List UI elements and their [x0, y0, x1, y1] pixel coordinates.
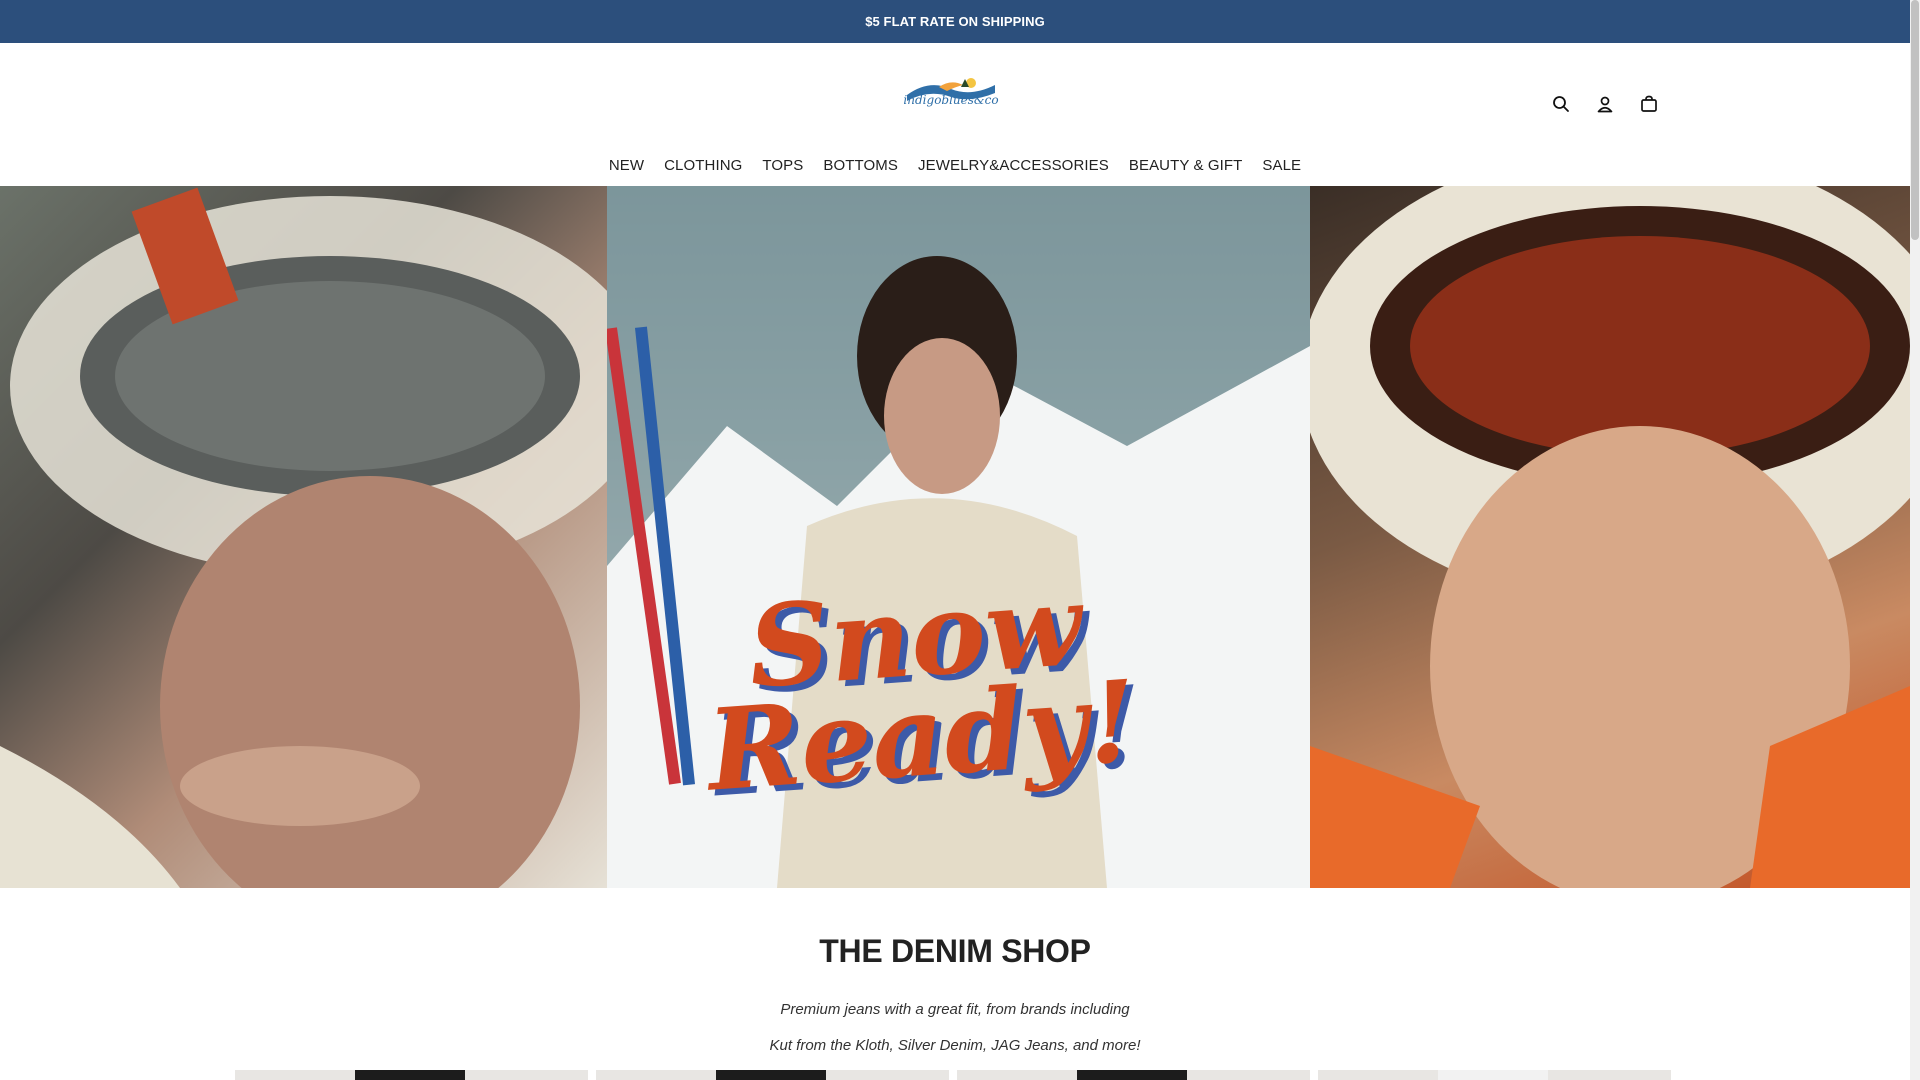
- product-thumbnail[interactable]: [957, 1070, 1310, 1080]
- brand-logo[interactable]: indigoblues&co: [899, 73, 1003, 119]
- header-icons: [1550, 93, 1660, 115]
- hero-image-left: [0, 186, 607, 888]
- logo-text: indigoblues&co: [903, 93, 999, 107]
- hero-banner[interactable]: Snow Ready! Snow Ready!: [0, 186, 1910, 888]
- hero-image-center: Snow Ready! Snow Ready!: [607, 186, 1310, 888]
- announcement-bar: $5 FLAT RATE ON SHIPPING: [0, 0, 1910, 43]
- denim-shop-title: THE DENIM SHOP: [819, 933, 1091, 969]
- scrollbar-thumb[interactable]: [1911, 0, 1919, 240]
- denim-shop-description-line-2: Kut from the Kloth, Silver Denim, JAG Je…: [769, 1037, 1141, 1054]
- nav-item-clothing[interactable]: CLOTHING: [664, 157, 742, 174]
- site-header: indigoblues&co NEW CLOTHING TOPS BOTTOMS: [0, 43, 1910, 186]
- main-nav: NEW CLOTHING TOPS BOTTOMS JEWELRY&ACCESS…: [0, 157, 1910, 174]
- hero-headline: Snow Ready! Snow Ready!: [607, 186, 1310, 888]
- denim-shop-description-line-1: Premium jeans with a great fit, from bra…: [780, 1001, 1130, 1018]
- nav-item-jewelry-accessories[interactable]: JEWELRY&ACCESSORIES: [918, 157, 1109, 174]
- product-thumbnail[interactable]: [596, 1070, 949, 1080]
- hero-image-right: [1310, 186, 1910, 888]
- search-icon[interactable]: [1550, 93, 1572, 115]
- nav-item-beauty-gift[interactable]: BEAUTY & GIFT: [1129, 157, 1243, 174]
- product-thumbnail[interactable]: [235, 1070, 588, 1080]
- product-thumbnails: [235, 1070, 1671, 1080]
- nav-item-bottoms[interactable]: BOTTOMS: [823, 157, 898, 174]
- nav-item-tops[interactable]: TOPS: [762, 157, 803, 174]
- nav-item-new[interactable]: NEW: [609, 157, 644, 174]
- announcement-text: $5 FLAT RATE ON SHIPPING: [865, 14, 1045, 29]
- nav-item-sale[interactable]: SALE: [1262, 157, 1301, 174]
- cart-icon[interactable]: [1638, 93, 1660, 115]
- product-thumbnail[interactable]: [1318, 1070, 1671, 1080]
- account-icon[interactable]: [1594, 93, 1616, 115]
- hero-headline-line-2: Ready!: [703, 656, 1141, 817]
